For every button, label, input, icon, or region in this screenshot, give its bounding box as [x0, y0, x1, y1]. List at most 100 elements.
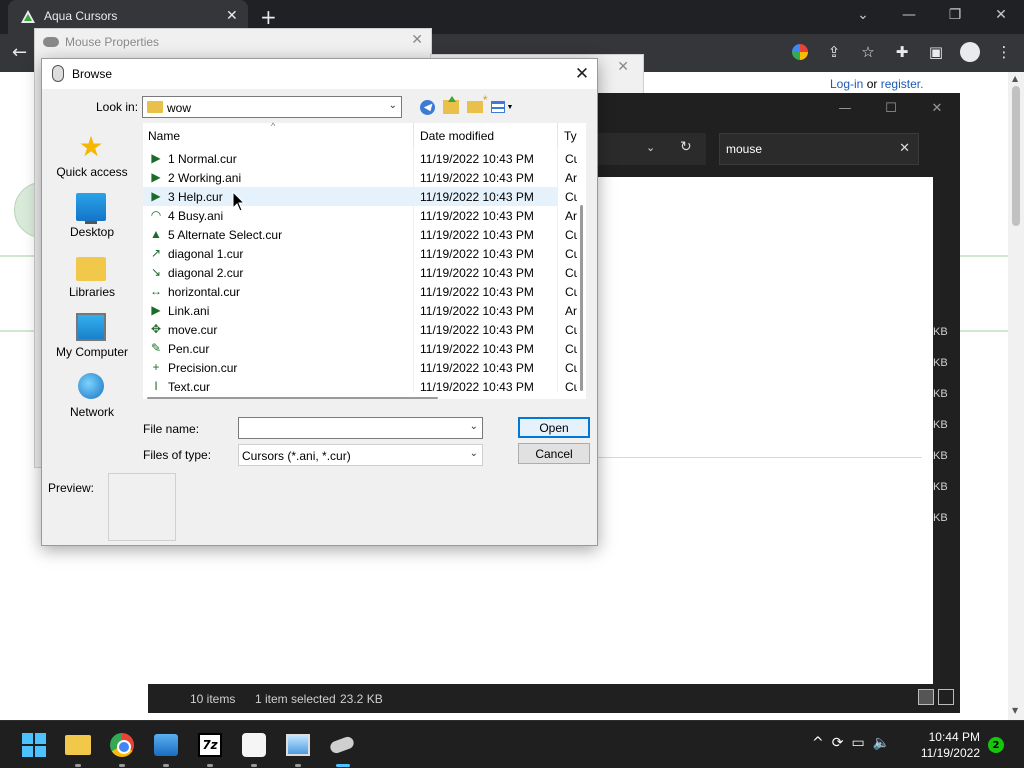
- file-name: diagonal 2.cur: [168, 266, 244, 280]
- register-link[interactable]: register.: [881, 77, 924, 91]
- taskbar-file-explorer[interactable]: [62, 729, 94, 767]
- profile-avatar-icon[interactable]: [960, 42, 980, 62]
- column-separator[interactable]: [557, 123, 558, 147]
- new-folder-button[interactable]: [466, 93, 487, 116]
- explorer-search-input[interactable]: mouse: [726, 142, 762, 156]
- close-icon[interactable]: ✕: [567, 59, 597, 89]
- look-in-dropdown[interactable]: wow ⌄: [142, 96, 402, 118]
- file-list-horizontal-scrollbar[interactable]: [143, 395, 578, 401]
- taskbar-7zip[interactable]: 7z: [194, 729, 226, 767]
- file-row[interactable]: ↔ horizontal.cur 11/19/2022 10:43 PM Cu: [143, 282, 577, 301]
- close-icon[interactable]: ✕: [411, 32, 423, 48]
- taskbar-mouse-properties[interactable]: [326, 729, 358, 767]
- page-scrollbar-thumb[interactable]: [1012, 86, 1020, 226]
- tab-search-icon[interactable]: ⌄: [840, 0, 886, 30]
- extensions-icon[interactable]: ✚: [892, 42, 912, 62]
- file-row[interactable]: ▶ 1 Normal.cur 11/19/2022 10:43 PM Cu: [143, 149, 577, 168]
- network-icon: [78, 373, 104, 399]
- taskbar-photos[interactable]: [150, 729, 182, 767]
- new-tab-icon[interactable]: +: [260, 5, 277, 29]
- close-icon[interactable]: ✕: [617, 59, 629, 75]
- file-date: 11/19/2022 10:43 PM: [420, 152, 534, 166]
- restore-icon[interactable]: ❐: [932, 0, 978, 30]
- file-name: horizontal.cur: [168, 285, 241, 299]
- column-header-date[interactable]: Date modified: [420, 129, 494, 143]
- side-panel-icon[interactable]: ▣: [926, 42, 946, 62]
- file-name: Text.cur: [168, 380, 211, 394]
- clock[interactable]: 10:44 PM 11/19/2022: [918, 729, 980, 761]
- open-button[interactable]: Open: [518, 417, 590, 438]
- bookmark-star-icon[interactable]: ☆: [858, 42, 878, 62]
- file-row[interactable]: ▶ 2 Working.ani 11/19/2022 10:43 PM Ar: [143, 168, 577, 187]
- cancel-button[interactable]: Cancel: [518, 443, 590, 464]
- scroll-up-icon[interactable]: ▲: [1012, 74, 1018, 83]
- login-link[interactable]: Log-in: [830, 77, 863, 91]
- place-network[interactable]: Network: [48, 369, 134, 425]
- browse-titlebar: Browse ✕: [42, 59, 597, 89]
- share-icon[interactable]: ⇪: [824, 42, 844, 62]
- place-libraries[interactable]: Libraries: [48, 249, 134, 305]
- file-list-header: ^ Name Date modified Ty: [143, 121, 586, 147]
- close-icon[interactable]: ✕: [914, 93, 960, 123]
- chrome-menu-icon[interactable]: ⋮: [994, 42, 1014, 62]
- tab-close-icon[interactable]: ✕: [226, 8, 238, 24]
- place-my-computer[interactable]: My Computer: [48, 309, 134, 365]
- chevron-down-icon[interactable]: ⌄: [470, 421, 478, 432]
- google-lens-icon[interactable]: [790, 42, 810, 62]
- back-button[interactable]: ◀: [418, 98, 436, 116]
- file-row[interactable]: ▲ 5 Alternate Select.cur 11/19/2022 10:43 …: [143, 225, 577, 244]
- status-item-count: 10 items: [190, 692, 236, 706]
- column-header-name[interactable]: Name: [148, 129, 180, 143]
- chevron-down-icon[interactable]: ⌄: [389, 100, 397, 111]
- file-row[interactable]: ✎ Pen.cur 11/19/2022 10:43 PM Cu: [143, 339, 577, 358]
- file-row[interactable]: ▶ 3 Help.cur 11/19/2022 10:43 PM Cu: [143, 187, 577, 206]
- place-quick-access[interactable]: ★ Quick access: [48, 129, 134, 185]
- start-button[interactable]: [18, 729, 50, 761]
- file-date: 11/19/2022 10:43 PM: [420, 171, 534, 185]
- up-one-level-button[interactable]: [442, 96, 460, 116]
- minimize-icon[interactable]: —: [886, 0, 932, 30]
- page-scrollbar[interactable]: ▲ ▼: [1008, 72, 1024, 720]
- maximize-icon[interactable]: ☐: [868, 93, 914, 123]
- minimize-icon[interactable]: —: [822, 93, 868, 123]
- file-row[interactable]: ↘ diagonal 2.cur 11/19/2022 10:43 PM Cu: [143, 263, 577, 282]
- taskbar-chrome[interactable]: [106, 729, 138, 767]
- notification-badge[interactable]: 2: [988, 737, 1004, 753]
- chevron-up-icon[interactable]: ^: [812, 735, 824, 751]
- file-row[interactable]: ◠ 4 Busy.ani 11/19/2022 10:43 PM Ar: [143, 206, 577, 225]
- taskbar-notepad[interactable]: [238, 729, 270, 767]
- file-list[interactable]: ^ Name Date modified Ty ▶ 1 Normal.cur 11/…: [143, 121, 586, 399]
- file-row[interactable]: ▶ Link.ani 11/19/2022 10:43 PM Ar: [143, 301, 577, 320]
- file-row[interactable]: I Text.cur 11/19/2022 10:43 PM Cu: [143, 377, 577, 396]
- file-type: Cu: [565, 228, 577, 242]
- file-row[interactable]: ↗ diagonal 1.cur 11/19/2022 10:43 PM Cu: [143, 244, 577, 263]
- file-name: diagonal 1.cur: [168, 247, 244, 261]
- sync-icon[interactable]: ⟳: [832, 735, 844, 751]
- view-menu-button[interactable]: ▼: [490, 99, 514, 115]
- scrollbar-thumb[interactable]: [147, 397, 438, 399]
- file-list-vertical-scrollbar[interactable]: [577, 123, 585, 399]
- file-row[interactable]: ✥ move.cur 11/19/2022 10:43 PM Cu: [143, 320, 577, 339]
- cursor-file-icon: ▶: [151, 170, 161, 184]
- chevron-down-icon[interactable]: ⌄: [470, 448, 478, 459]
- taskbar-control-panel[interactable]: [282, 729, 314, 767]
- place-desktop[interactable]: Desktop: [48, 189, 134, 245]
- volume-icon[interactable]: 🔈: [873, 735, 890, 751]
- refresh-icon[interactable]: ↻: [680, 139, 692, 155]
- scroll-down-icon[interactable]: ▼: [1012, 706, 1018, 715]
- scrollbar-thumb[interactable]: [580, 205, 583, 391]
- files-of-type-dropdown[interactable]: Cursors (*.ani, *.cur) ⌄: [238, 444, 483, 466]
- close-icon[interactable]: ✕: [978, 0, 1024, 30]
- back-arrow-icon[interactable]: ←: [12, 42, 27, 63]
- column-separator[interactable]: [413, 123, 414, 147]
- chevron-down-icon[interactable]: ⌄: [646, 141, 655, 154]
- tiles-view-icon[interactable]: [938, 689, 954, 705]
- file-name-input[interactable]: ⌄: [238, 417, 483, 439]
- details-view-icon[interactable]: [918, 689, 934, 705]
- explorer-address-bar[interactable]: ⌄ ↻: [598, 133, 706, 165]
- file-row[interactable]: + Precision.cur 11/19/2022 10:43 PM Cu: [143, 358, 577, 377]
- network-icon[interactable]: ▭: [851, 735, 864, 751]
- clear-search-icon[interactable]: ✕: [899, 141, 910, 156]
- explorer-search-box[interactable]: mouse ✕: [719, 133, 919, 165]
- column-header-type[interactable]: Ty: [564, 129, 577, 143]
